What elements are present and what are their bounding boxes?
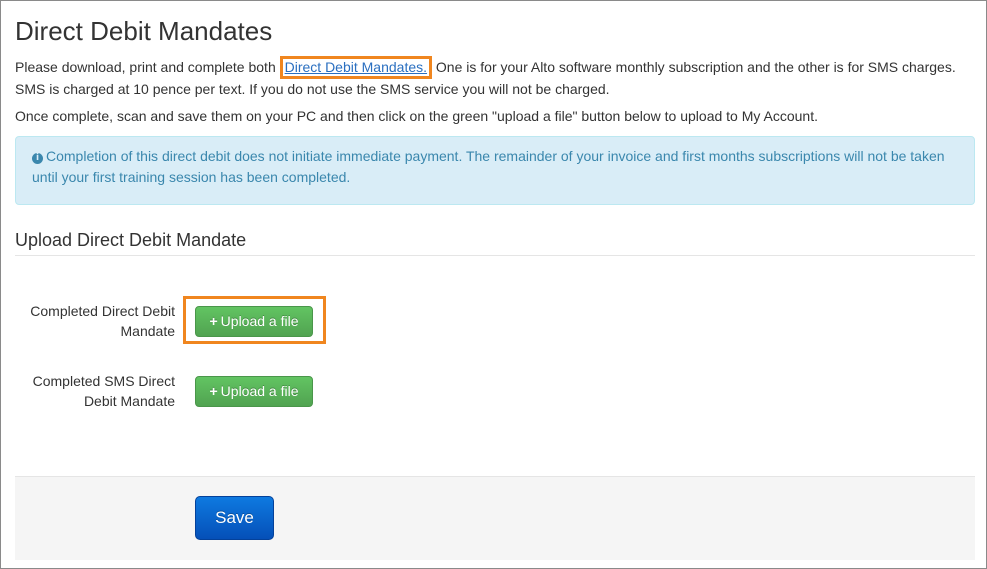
alert-text: Completion of this direct debit does not… [32, 148, 945, 185]
form-actions-footer [15, 476, 975, 560]
upload-direct-debit-button[interactable]: + Upload a file [195, 306, 313, 337]
info-icon: i [32, 153, 43, 164]
direct-debit-mandates-link[interactable]: Direct Debit Mandates. [285, 59, 427, 75]
upload-sms-direct-debit-button[interactable]: + Upload a file [195, 376, 313, 407]
upload-button-label: Upload a file [220, 383, 299, 399]
save-button[interactable]: Save [195, 496, 274, 540]
plus-icon: + [209, 383, 218, 399]
direct-debit-mandate-label: Completed Direct Debit Mandate [30, 303, 175, 339]
instructions-paragraph: Once complete, scan and save them on you… [15, 108, 818, 124]
upload-button-label: Upload a file [220, 313, 299, 329]
plus-icon: + [209, 313, 218, 329]
link-highlight: Direct Debit Mandates. [279, 56, 433, 79]
section-title: Upload Direct Debit Mandate [15, 230, 247, 250]
section-divider [15, 255, 975, 256]
intro-text-before-link: Please download, print and complete both [15, 59, 280, 75]
info-alert: i Completion of this direct debit does no… [15, 136, 975, 205]
sms-direct-debit-mandate-label: Completed SMS Direct Debit Mandate [32, 373, 175, 409]
page-title: Direct Debit Mandates [15, 16, 273, 46]
intro-paragraph: Please download, print and complete both… [15, 56, 970, 99]
